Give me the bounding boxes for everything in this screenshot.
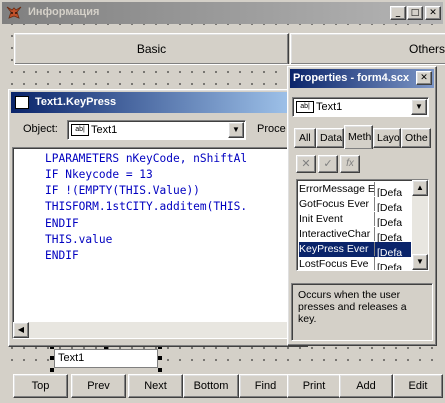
object-dropdown-value: Text1 bbox=[91, 124, 118, 136]
fox-icon bbox=[5, 4, 23, 22]
list-item[interactable]: GotFocus Ever [Defa bbox=[299, 197, 411, 212]
method-value: [Defa bbox=[377, 217, 403, 227]
cancel-icon[interactable]: ✕ bbox=[296, 155, 316, 173]
main-titlebar[interactable]: Информация _ □ ✕ bbox=[2, 2, 443, 24]
prev-button[interactable]: Prev bbox=[71, 374, 126, 398]
scroll-down-icon[interactable]: ▼ bbox=[412, 254, 428, 270]
tab-all[interactable]: All bbox=[294, 128, 316, 148]
procedure-label: Proce bbox=[257, 123, 286, 135]
tab-basic[interactable]: Basic bbox=[14, 33, 289, 65]
tab-data-label: Data bbox=[320, 132, 343, 144]
scroll-left-icon[interactable]: ◀ bbox=[13, 322, 29, 338]
maximize-button[interactable]: □ bbox=[407, 6, 423, 20]
add-button[interactable]: Add bbox=[339, 374, 393, 398]
chevron-down-icon[interactable]: ▼ bbox=[411, 99, 427, 115]
tab-methods-label: Meth bbox=[348, 131, 372, 143]
list-item[interactable]: Init Event [Defa bbox=[299, 212, 411, 227]
add-button-label: Add bbox=[356, 380, 376, 392]
list-item[interactable]: LostFocus Eve [Defa bbox=[299, 257, 411, 271]
code-line: IF !(EMPTY(THIS.Value)) bbox=[45, 184, 200, 197]
object-dropdown[interactable]: ab| Text1 ▼ bbox=[67, 120, 246, 140]
method-name: KeyPress Ever bbox=[299, 242, 375, 256]
code-line: LPARAMETERS nKeyCode, nShiftAl bbox=[45, 152, 248, 165]
tab-methods[interactable]: Meth bbox=[344, 125, 373, 149]
main-title: Информация bbox=[28, 6, 100, 18]
code-window-icon bbox=[15, 96, 29, 109]
method-value: [Defa bbox=[377, 187, 403, 197]
close-button[interactable]: ✕ bbox=[425, 6, 441, 20]
selection-handle[interactable] bbox=[158, 356, 162, 360]
find-button[interactable]: Find bbox=[239, 374, 292, 398]
tab-other[interactable]: Othe bbox=[401, 128, 431, 148]
top-button-label: Top bbox=[31, 380, 50, 392]
properties-object-value: Text1 bbox=[316, 101, 343, 113]
method-value: [Defa bbox=[377, 247, 403, 257]
form-text-field[interactable]: Text1 bbox=[54, 349, 158, 368]
method-value: [Defa bbox=[377, 232, 403, 242]
code-line: THIS.value bbox=[45, 233, 113, 246]
properties-window: Properties - form4.scx ✕ ab| Text1 ▼ All… bbox=[287, 66, 437, 346]
methods-list[interactable]: ErrorMessage E [Defa GotFocus Ever [Defa I… bbox=[296, 179, 429, 271]
selection-handle[interactable] bbox=[50, 356, 54, 360]
object-label: Object: bbox=[23, 123, 58, 135]
list-item-selected[interactable]: KeyPress Ever [Defa bbox=[299, 242, 411, 257]
method-name: GotFocus Ever bbox=[299, 197, 375, 211]
print-button-label: Print bbox=[302, 380, 326, 392]
code-window: Text1.KeyPress Object: ab| Text1 ▼ Proce… bbox=[8, 89, 308, 347]
prev-button-label: Prev bbox=[87, 380, 110, 392]
tab-others-label: Others bbox=[409, 42, 445, 56]
method-value: [Defa bbox=[377, 202, 403, 212]
tab-all-label: All bbox=[299, 132, 311, 144]
bottom-button[interactable]: Bottom bbox=[183, 374, 239, 398]
properties-close-button[interactable]: ✕ bbox=[416, 71, 432, 85]
code-line: THISFORM.1stCITY.additem(THIS. bbox=[45, 200, 248, 213]
tab-layout-label: Layo bbox=[377, 132, 400, 144]
edit-button[interactable]: Edit bbox=[393, 374, 443, 398]
textbox-icon: ab| bbox=[71, 124, 89, 136]
selection-handle[interactable] bbox=[50, 368, 54, 372]
horizontal-scrollbar[interactable]: ◀ bbox=[13, 322, 294, 338]
description-panel: Occurs when the user presses and release… bbox=[291, 283, 433, 341]
tab-layout[interactable]: Layo bbox=[373, 128, 401, 148]
code-line: ENDIF bbox=[45, 249, 79, 262]
description-text: Occurs when the user presses and release… bbox=[298, 289, 407, 325]
method-name: InteractiveChar bbox=[299, 227, 375, 241]
properties-title: Properties - form4.scx bbox=[293, 72, 410, 84]
find-button-label: Find bbox=[254, 380, 277, 392]
fx-icon[interactable]: fx bbox=[340, 155, 360, 173]
code-line: ENDIF bbox=[45, 217, 79, 230]
tab-others[interactable]: Others bbox=[290, 33, 445, 65]
properties-object-dropdown[interactable]: ab| Text1 ▼ bbox=[292, 97, 429, 117]
tab-other-label: Othe bbox=[405, 132, 428, 144]
next-button-label: Next bbox=[144, 380, 167, 392]
method-name: ErrorMessage E bbox=[299, 182, 375, 196]
tab-basic-label: Basic bbox=[136, 42, 167, 56]
next-button[interactable]: Next bbox=[128, 374, 183, 398]
edit-button-label: Edit bbox=[408, 380, 428, 392]
code-titlebar[interactable]: Text1.KeyPress bbox=[11, 92, 305, 113]
code-window-title: Text1.KeyPress bbox=[35, 96, 117, 108]
properties-titlebar[interactable]: Properties - form4.scx ✕ bbox=[290, 69, 434, 88]
method-name: Init Event bbox=[299, 212, 375, 226]
method-value: [Defa bbox=[377, 262, 403, 271]
code-line: IF Nkeycode = 13 bbox=[45, 168, 153, 181]
textbox-icon: ab| bbox=[296, 101, 314, 113]
selection-handle[interactable] bbox=[158, 368, 162, 372]
code-editor[interactable]: LPARAMETERS nKeyCode, nShiftAl IF Nkeyco… bbox=[12, 147, 295, 339]
accept-icon[interactable]: ✓ bbox=[318, 155, 338, 173]
print-button[interactable]: Print bbox=[287, 374, 341, 398]
bottom-button-label: Bottom bbox=[193, 380, 229, 392]
chevron-down-icon[interactable]: ▼ bbox=[228, 122, 244, 138]
top-button[interactable]: Top bbox=[13, 374, 68, 398]
form-text-field-value: Text1 bbox=[58, 352, 85, 364]
tab-data[interactable]: Data bbox=[316, 128, 344, 148]
list-item[interactable]: InteractiveChar [Defa bbox=[299, 227, 411, 242]
vertical-scrollbar[interactable]: ▲ ▼ bbox=[412, 180, 428, 270]
minimize-button[interactable]: _ bbox=[390, 6, 406, 20]
list-item[interactable]: ErrorMessage E [Defa bbox=[299, 182, 411, 197]
method-name: LostFocus Eve bbox=[299, 257, 375, 270]
scroll-up-icon[interactable]: ▲ bbox=[412, 180, 428, 196]
